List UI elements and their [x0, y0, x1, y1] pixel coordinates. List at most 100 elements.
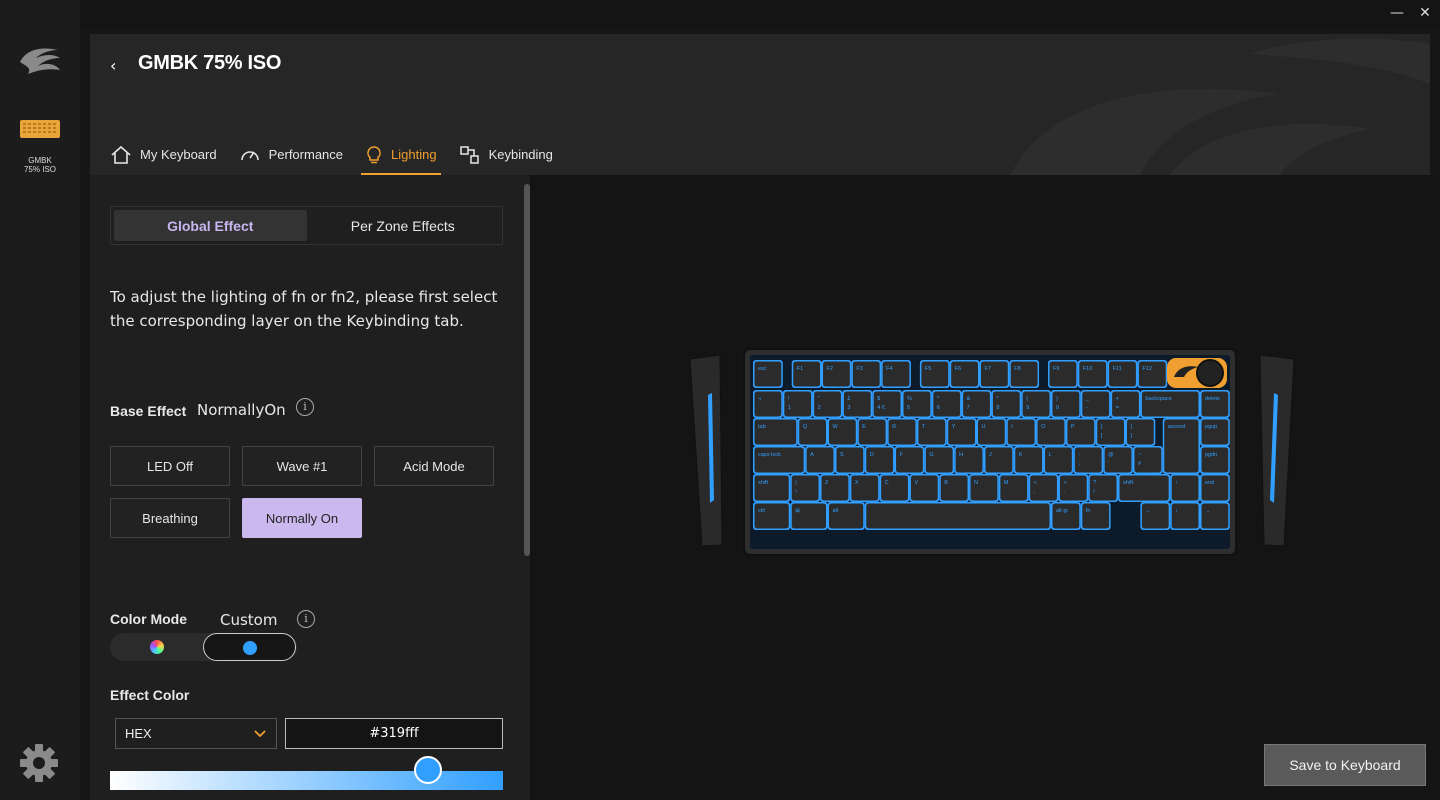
- key-legend: F12: [1142, 366, 1151, 372]
- minimize-button[interactable]: —: [1388, 4, 1406, 22]
- keyboard-preview: esc F1 F2 F3 F4 F5 F6 F7 F8 F9 F10 F11 F12 ¬ `! 1 " 2 £3 $4…: [682, 345, 1302, 556]
- back-button[interactable]: ‹: [110, 56, 126, 76]
- keyboard-device-icon: [20, 120, 60, 138]
- key-legend: W: [833, 424, 839, 430]
- gear-icon[interactable]: [18, 742, 60, 784]
- right-side-panel: [1259, 354, 1295, 547]
- base-effect-info-icon[interactable]: i: [296, 398, 314, 416]
- key-legend: ←: [1145, 508, 1151, 514]
- per-zone-effects-tab[interactable]: Per Zone Effects: [307, 210, 500, 241]
- key-legend: F4: [886, 366, 892, 372]
- key-legend: alt gr: [1056, 508, 1068, 514]
- key-legend: Q: [803, 424, 808, 430]
- key-legend: 7: [967, 405, 970, 411]
- color-slider-handle[interactable]: [414, 756, 442, 784]
- key-legend: <: [1034, 480, 1037, 486]
- effect-led-off-button[interactable]: LED Off: [110, 446, 230, 486]
- key-legend: 8: [996, 405, 999, 411]
- key-legend: caps lock: [758, 452, 781, 458]
- color-format-value: HEX: [125, 726, 152, 741]
- tab-performance[interactable]: Performance: [239, 134, 343, 175]
- bulb-icon: [367, 145, 381, 163]
- key-legend: `: [758, 405, 760, 411]
- save-to-keyboard-button[interactable]: Save to Keyboard: [1264, 744, 1426, 786]
- tab-lighting[interactable]: Lighting: [361, 134, 441, 175]
- key-legend: @: [1108, 452, 1114, 458]
- key-legend: C: [885, 480, 889, 486]
- keybinding-icon: [459, 145, 479, 164]
- key-legend: delete: [1205, 396, 1220, 402]
- key-legend: >: [1063, 480, 1066, 486]
- tab-my-keyboard[interactable]: My Keyboard: [110, 134, 217, 175]
- effect-normally-on-button[interactable]: Normally On: [242, 498, 362, 538]
- color-mode-custom-option[interactable]: [203, 633, 296, 661]
- key-legend: J: [989, 452, 992, 458]
- key-legend: F9: [1053, 366, 1059, 372]
- key-legend: F5: [925, 366, 931, 372]
- sidebar: GMBK 75% ISO: [0, 0, 80, 800]
- key-legend: F10: [1083, 366, 1092, 372]
- global-effect-tab[interactable]: Global Effect: [114, 210, 307, 241]
- effect-acid-mode-button[interactable]: Acid Mode: [374, 446, 494, 486]
- keyboard-preview-area: esc F1 F2 F3 F4 F5 F6 F7 F8 F9 F10 F11 F12 ¬ `! 1 " 2 £3 $4…: [530, 175, 1440, 800]
- close-button[interactable]: ✕: [1416, 4, 1434, 22]
- app-window: — ✕ GMBK 75% ISO ‹ GMBK 75% ISO My Keybo…: [0, 0, 1440, 800]
- key-legend: &: [967, 396, 971, 402]
- key-legend: 6: [937, 405, 940, 411]
- page-header: ‹ GMBK 75% ISO My Keyboard Performance L…: [90, 34, 1430, 175]
- key-legend: ctrl: [758, 508, 765, 514]
- header-decoration: [1010, 38, 1430, 175]
- key-legend: F8: [1014, 366, 1020, 372]
- key-legend: |: [795, 480, 796, 486]
- color-mode-rainbow-option[interactable]: [110, 633, 203, 661]
- key-legend: shift: [1123, 480, 1134, 486]
- sidebar-device-gmbk[interactable]: GMBK 75% ISO: [10, 120, 70, 174]
- effect-wave-button[interactable]: Wave #1: [242, 446, 362, 486]
- color-mode-value: Custom: [220, 611, 278, 629]
- layer-info-text: To adjust the lighting of fn or fn2, ple…: [110, 288, 498, 330]
- hex-color-input[interactable]: [285, 718, 503, 749]
- key-legend: L: [1049, 452, 1052, 458]
- color-mode-label: Color Mode: [110, 611, 187, 627]
- key-legend: ): [1056, 396, 1058, 402]
- rainbow-icon: [150, 640, 164, 654]
- volume-knob: [1196, 359, 1224, 387]
- key-legend: %: [907, 396, 912, 402]
- key-legend: ascend: [1168, 424, 1186, 430]
- tab-label: Performance: [268, 147, 344, 162]
- tab-keybinding[interactable]: Keybinding: [459, 134, 553, 175]
- key-legend: N: [974, 480, 978, 486]
- tab-label: My Keyboard: [140, 147, 217, 162]
- color-mode-info-icon[interactable]: i: [297, 610, 315, 628]
- key-legend: shift: [758, 480, 769, 486]
- effect-breathing-button[interactable]: Breathing: [110, 498, 230, 538]
- key-legend: =: [1116, 405, 1119, 411]
- key-legend: O: [1041, 424, 1046, 430]
- key-legend: +: [1116, 396, 1119, 402]
- key-legend: end: [1205, 480, 1214, 486]
- key-legend: 0: [1056, 405, 1059, 411]
- key-legend: ^: [937, 396, 940, 402]
- color-format-select[interactable]: HEX: [115, 718, 277, 749]
- custom-color-icon: [243, 641, 257, 655]
- key-legend: backspace: [1145, 396, 1171, 402]
- keycap[interactable]: [866, 503, 1050, 529]
- key-legend: R: [892, 424, 896, 430]
- key-legend: 3: [847, 405, 850, 411]
- key-legend: ": [818, 396, 820, 402]
- lighting-settings-panel: Global Effect Per Zone Effects To adjust…: [90, 175, 530, 800]
- title-bar: — ✕: [0, 0, 1440, 26]
- key-legend: 5: [907, 405, 910, 411]
- chevron-down-icon: [254, 730, 266, 738]
- key-legend: F2: [827, 366, 833, 372]
- key-legend: £: [847, 396, 850, 402]
- tab-label: Keybinding: [488, 147, 553, 162]
- key-legend: {: [1101, 424, 1103, 430]
- key-legend: E: [862, 424, 866, 430]
- gauge-icon: [240, 150, 259, 160]
- key-legend: F3: [856, 366, 862, 372]
- key-legend: P: [1071, 424, 1075, 430]
- color-gradient-slider[interactable]: [110, 771, 503, 790]
- page-title: GMBK 75% ISO: [138, 52, 282, 74]
- key-legend: (: [1026, 396, 1028, 402]
